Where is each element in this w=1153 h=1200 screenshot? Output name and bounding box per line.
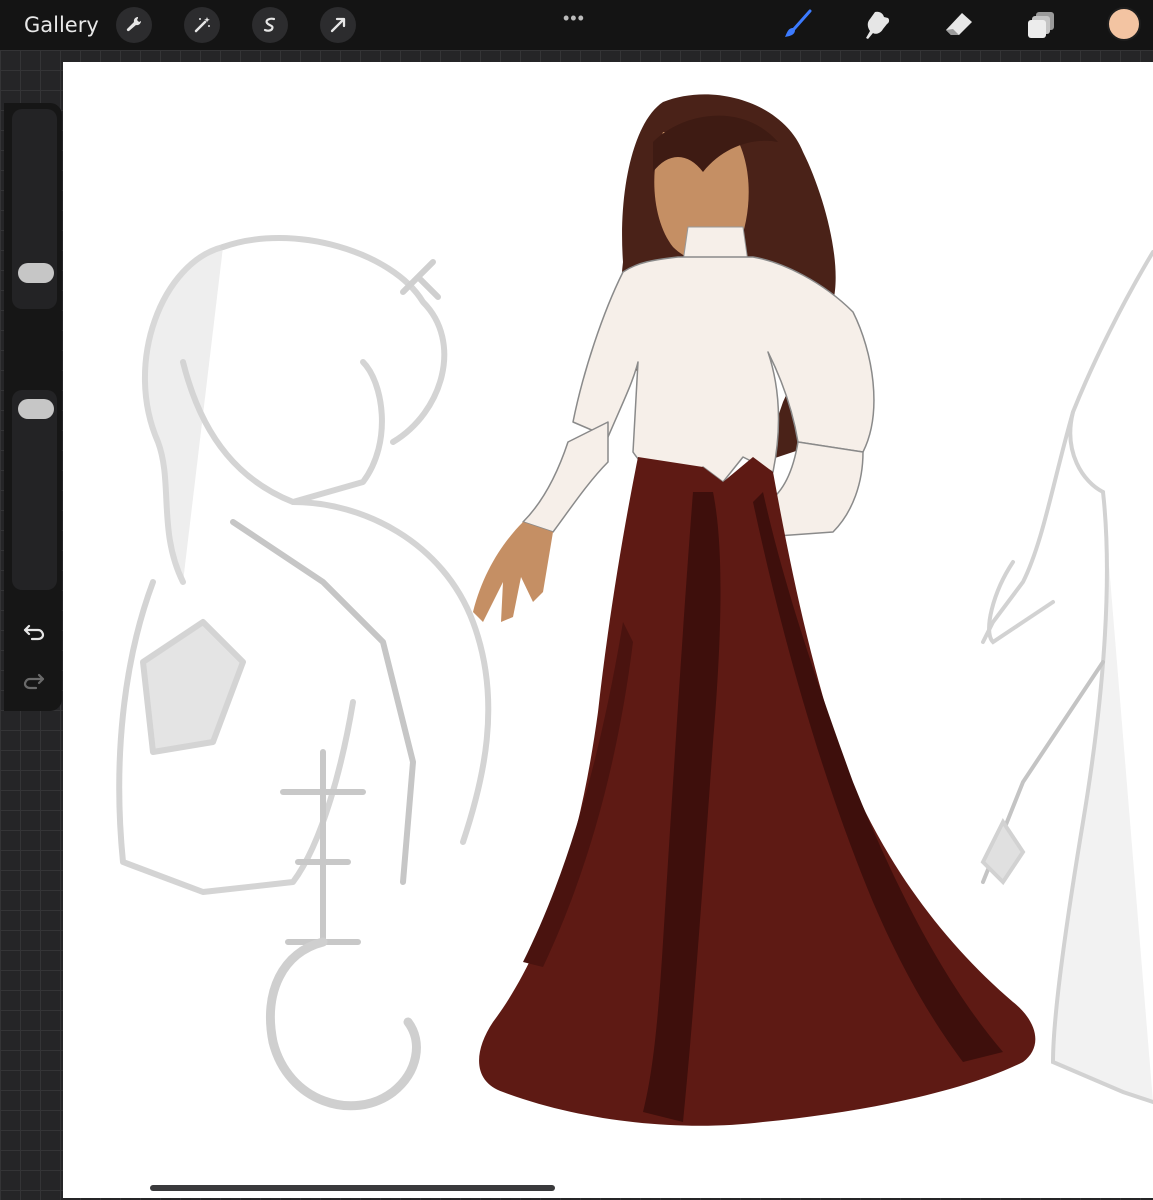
undo-icon[interactable] xyxy=(20,620,48,644)
left-sidebar xyxy=(4,103,62,711)
home-indicator-bar xyxy=(150,1185,555,1191)
eraser-icon[interactable] xyxy=(941,8,977,42)
actions-wrench-icon[interactable] xyxy=(116,7,152,43)
brush-icon[interactable] xyxy=(779,8,815,42)
opacity-slider[interactable] xyxy=(12,390,57,590)
top-toolbar: Gallery ••• xyxy=(0,0,1153,50)
artwork xyxy=(116,94,1153,1126)
gallery-button[interactable]: Gallery xyxy=(24,13,99,37)
redo-icon[interactable] xyxy=(20,669,48,693)
more-options-icon[interactable]: ••• xyxy=(563,8,585,29)
sketch-left-figure xyxy=(116,235,492,1111)
color-swatch-button[interactable] xyxy=(1107,7,1141,41)
transform-arrow-icon[interactable] xyxy=(320,7,356,43)
smudge-icon[interactable] xyxy=(860,8,896,42)
adjustments-wand-icon[interactable] xyxy=(184,7,220,43)
layers-icon[interactable] xyxy=(1024,8,1060,42)
selection-icon[interactable] xyxy=(252,7,288,43)
brush-size-handle[interactable] xyxy=(18,263,54,283)
sketch-right-figure xyxy=(980,250,1153,1104)
drawing-canvas[interactable] xyxy=(63,62,1153,1198)
opacity-handle[interactable] xyxy=(18,399,54,419)
main-character xyxy=(473,94,1036,1126)
